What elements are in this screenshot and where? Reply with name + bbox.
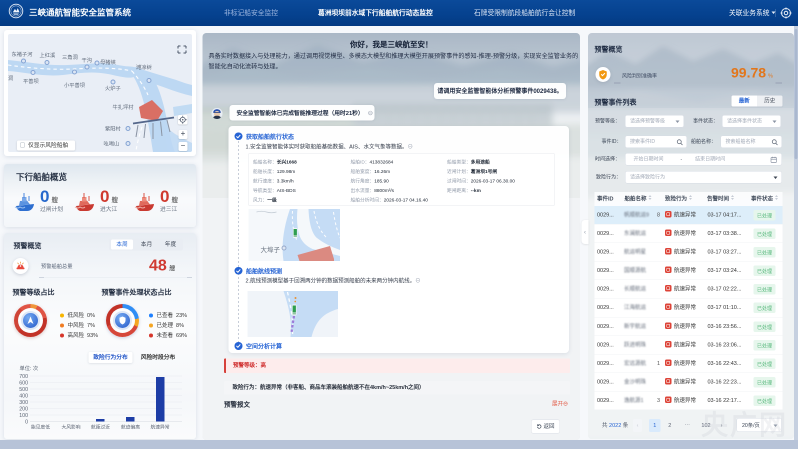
svg-text:火炉子: 火炉子 (105, 84, 121, 92)
svg-text:吆喝山: 吆喝山 (104, 140, 120, 148)
svg-text:小平善坝: 小平善坝 (64, 81, 85, 89)
svg-text:0: 0 (25, 420, 28, 426)
svg-text:母猪峡: 母猪峡 (100, 58, 116, 66)
svg-text:紫阳村: 紫阳村 (105, 125, 121, 133)
svg-text:三角洞: 三角洞 (62, 53, 78, 61)
svg-text:400: 400 (19, 394, 28, 400)
svg-text:东褚子河: 东褚子河 (12, 50, 34, 58)
svg-text:600: 600 (19, 381, 28, 387)
svg-text:700: 700 (19, 374, 28, 380)
svg-text:大风影响: 大风影响 (61, 424, 80, 431)
svg-text:500: 500 (19, 387, 28, 393)
svg-text:300: 300 (19, 400, 28, 406)
svg-text:上红溪: 上红溪 (40, 51, 56, 59)
svg-text:滩凉树: 滩凉树 (136, 63, 152, 71)
svg-text:200: 200 (19, 407, 28, 413)
svg-text:洞: 洞 (8, 74, 13, 82)
svg-text:牛扎坪村: 牛扎坪村 (113, 103, 135, 111)
svg-text:100: 100 (19, 413, 28, 419)
svg-text:平善坝: 平善坝 (23, 77, 39, 85)
svg-text:航速异常: 航速异常 (150, 424, 169, 431)
svg-text:大埠子: 大埠子 (261, 245, 281, 254)
svg-text:能见度低: 能见度低 (31, 424, 50, 431)
svg-text:航迹偏离: 航迹偏离 (121, 424, 140, 431)
svg-text:航距过近: 航距过近 (91, 424, 110, 431)
svg-text:干沟: 干沟 (82, 56, 93, 64)
